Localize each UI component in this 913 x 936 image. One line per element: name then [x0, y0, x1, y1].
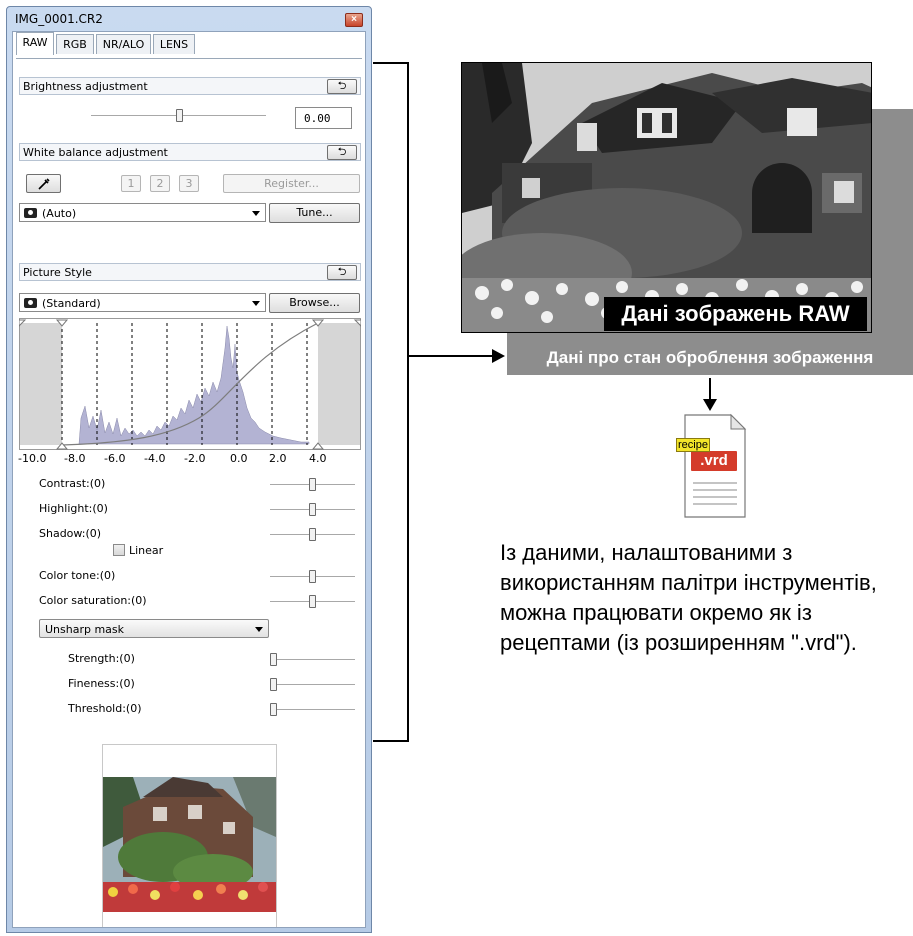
white-balance-value: (Auto): [42, 207, 77, 220]
close-button[interactable]: ×: [345, 13, 363, 27]
highlight-slider-knob[interactable]: [309, 503, 316, 516]
recipe-extension: .vrd: [700, 452, 728, 469]
preview-thumbnail: [103, 777, 276, 927]
white-balance-header: White balance adjustment ⮌: [19, 143, 361, 161]
sharpness-mode-value: Unsharp mask: [45, 623, 125, 636]
brightness-title: Brightness adjustment: [23, 80, 148, 93]
strength-slider-track[interactable]: [270, 659, 355, 660]
color-tone-slider-knob[interactable]: [309, 570, 316, 583]
picture-style-value: (Standard): [42, 297, 101, 310]
register-button[interactable]: Register...: [223, 174, 360, 193]
strength-slider-knob[interactable]: [270, 653, 277, 666]
threshold-slider-knob[interactable]: [270, 703, 277, 716]
tab-raw[interactable]: RAW: [16, 32, 54, 55]
processing-state-label: Дані про стан оброблення зображення: [546, 348, 874, 367]
highlight-label: Highlight:(0): [39, 502, 108, 515]
chevron-down-icon: [252, 301, 260, 306]
histogram-tick: -8.0: [64, 452, 86, 465]
picture-style-select[interactable]: (Standard): [19, 293, 266, 312]
strength-label: Strength:(0): [68, 652, 135, 665]
tune-button[interactable]: Tune...: [269, 203, 360, 223]
palette-body: RAW RGB NR/ALO LENS Brightness adjustmen…: [12, 31, 366, 928]
histogram-tick: -6.0: [104, 452, 126, 465]
tab-rgb[interactable]: RGB: [56, 34, 94, 54]
white-balance-select[interactable]: (Auto): [19, 203, 266, 222]
raw-data-label: Дані зображень RAW: [604, 297, 867, 331]
wb-preset-1-button[interactable]: 1: [121, 175, 141, 192]
brightness-reset-button[interactable]: ⮌: [327, 79, 357, 94]
contrast-slider-knob[interactable]: [309, 478, 316, 491]
shadow-slider-knob[interactable]: [309, 528, 316, 541]
picture-style-header: Picture Style ⮌: [19, 263, 361, 281]
brightness-slider-knob[interactable]: [176, 109, 183, 122]
camera-icon: [24, 208, 37, 218]
histogram-tick: 0.0: [230, 452, 248, 465]
linear-label: Linear: [129, 544, 164, 557]
contrast-label: Contrast:(0): [39, 477, 106, 490]
shadow-label: Shadow:(0): [39, 527, 102, 540]
house-photo: [462, 63, 871, 332]
brightness-header: Brightness adjustment ⮌: [19, 77, 361, 95]
histogram-tick: -2.0: [184, 452, 206, 465]
picture-style-title: Picture Style: [23, 266, 92, 279]
white-balance-title: White balance adjustment: [23, 146, 168, 159]
tone-curve-histogram[interactable]: [19, 318, 361, 450]
eyedropper-button[interactable]: [26, 174, 61, 193]
recipe-tag: recipe: [676, 438, 710, 452]
histogram-tick: -4.0: [144, 452, 166, 465]
window-title: IMG_0001.CR2: [15, 12, 103, 26]
fineness-slider-knob[interactable]: [270, 678, 277, 691]
chevron-down-icon: [255, 627, 263, 632]
tab-divider: [16, 58, 362, 59]
white-balance-reset-button[interactable]: ⮌: [327, 145, 357, 160]
threshold-label: Threshold:(0): [68, 702, 142, 715]
raw-image-photo: [461, 62, 872, 333]
wb-preset-3-button[interactable]: 3: [179, 175, 199, 192]
tab-lens[interactable]: LENS: [153, 34, 195, 54]
fineness-slider-track[interactable]: [270, 684, 355, 685]
histogram-tick: 4.0: [309, 452, 327, 465]
sharpness-mode-select[interactable]: Unsharp mask: [39, 619, 269, 638]
navigator-preview[interactable]: [102, 744, 277, 927]
down-arrow-line: [709, 378, 711, 400]
picture-style-reset-button[interactable]: ⮌: [327, 265, 357, 280]
browse-button[interactable]: Browse...: [269, 293, 360, 313]
bracket-bottom: [373, 740, 409, 742]
bracket-vertical: [407, 62, 409, 742]
histogram-tick: 2.0: [269, 452, 287, 465]
tab-nr-alo[interactable]: NR/ALO: [96, 34, 151, 54]
threshold-slider-track[interactable]: [270, 709, 355, 710]
tool-palette-window: IMG_0001.CR2 × RAW RGB NR/ALO LENS Brigh…: [6, 6, 372, 933]
chevron-down-icon: [252, 211, 260, 216]
title-bar[interactable]: IMG_0001.CR2 ×: [7, 7, 371, 31]
camera-icon: [24, 298, 37, 308]
color-saturation-label: Color saturation:(0): [39, 594, 147, 607]
fineness-label: Fineness:(0): [68, 677, 135, 690]
wb-preset-2-button[interactable]: 2: [150, 175, 170, 192]
linear-checkbox[interactable]: [113, 544, 125, 556]
color-saturation-slider-knob[interactable]: [309, 595, 316, 608]
bracket-top: [373, 62, 409, 64]
description-text: Із даними, налаштованими з використанням…: [500, 540, 877, 655]
arrow-down-icon: [703, 399, 717, 411]
color-tone-label: Color tone:(0): [39, 569, 116, 582]
brightness-value-field[interactable]: 0.00: [295, 107, 352, 129]
arrow-right-icon: [492, 349, 505, 363]
connector-arrow-line: [409, 355, 493, 357]
eyedropper-icon: [37, 178, 50, 190]
histogram-tick: -10.0: [18, 452, 47, 465]
